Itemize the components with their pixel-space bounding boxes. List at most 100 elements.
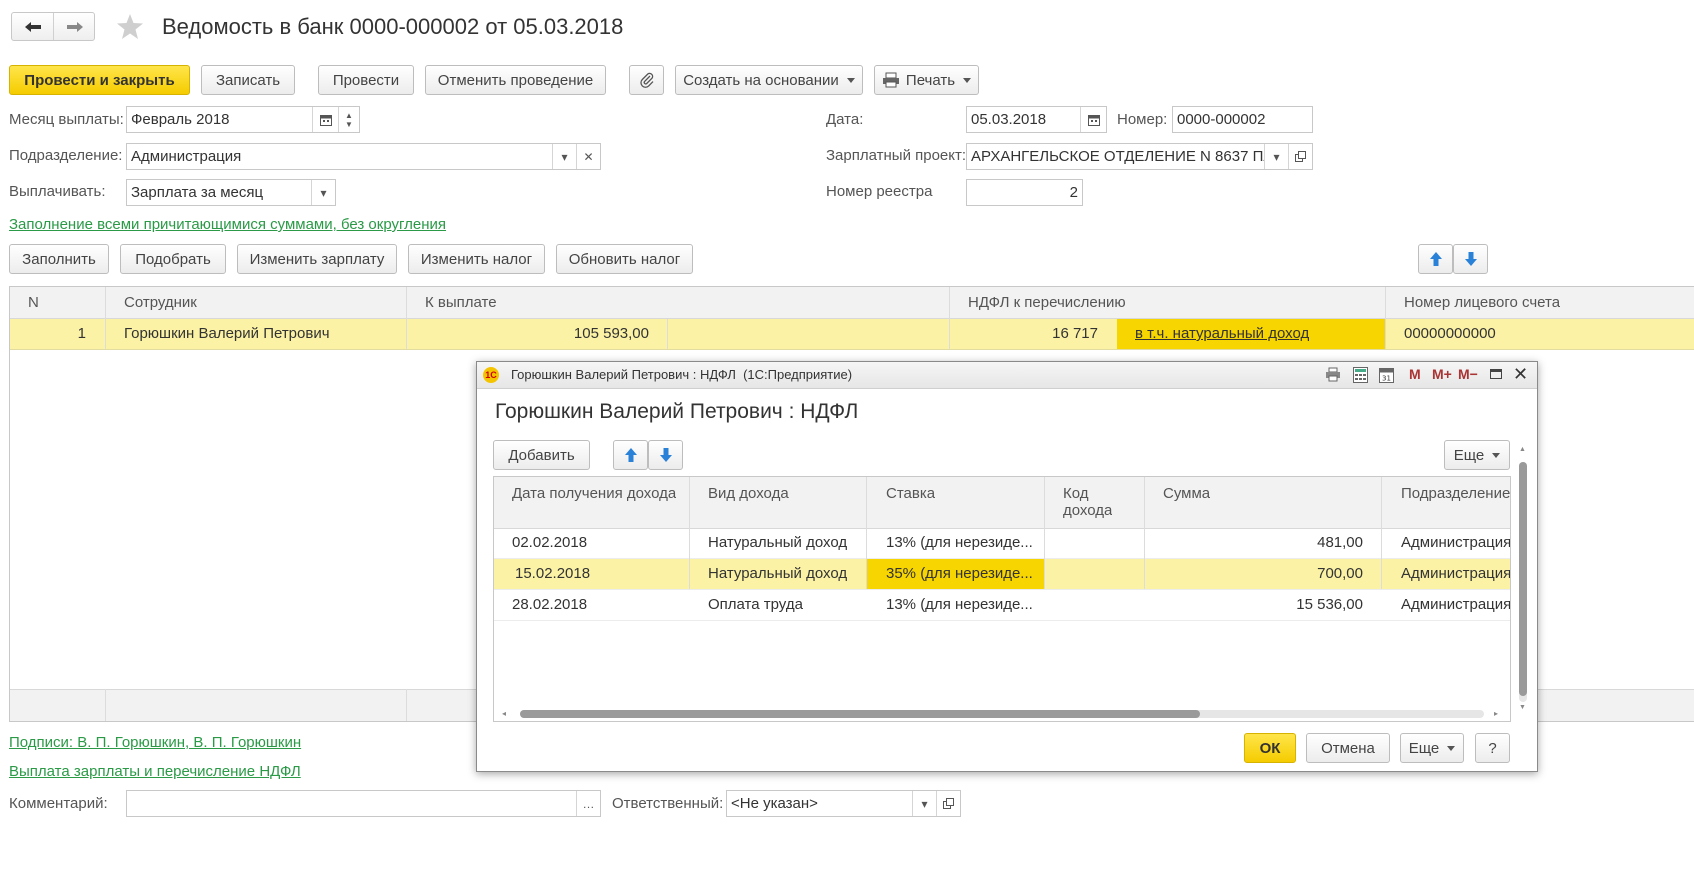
pay-field[interactable]: Зарплата за месяц ▾	[126, 179, 336, 206]
update-tax-button[interactable]: Обновить налог	[556, 244, 693, 274]
chevron-down-icon	[963, 77, 972, 83]
scroll-left-icon[interactable]: ◂	[502, 709, 506, 718]
col-header-rate[interactable]: Ставка	[886, 485, 935, 502]
month-field[interactable]: Февраль 2018 ▲ ▼	[126, 106, 360, 133]
col-header-code-line1[interactable]: Код	[1063, 485, 1089, 502]
create-based-on-button[interactable]: Создать на основании	[675, 65, 863, 95]
print-label: Печать	[905, 71, 956, 89]
cancel-button[interactable]: Отмена	[1306, 733, 1390, 763]
row-dept: Администрация	[1401, 534, 1511, 551]
col-header-employee[interactable]: Сотрудник	[124, 294, 197, 311]
vertical-scroll-thumb[interactable]	[1519, 462, 1527, 696]
col-divider	[1385, 287, 1386, 349]
app-logo-icon: 1С	[483, 367, 499, 383]
more-label: Еще	[1453, 446, 1485, 464]
number-field[interactable]: 0000-000002	[1172, 106, 1313, 133]
help-button[interactable]: ?	[1475, 733, 1510, 763]
col-divider	[949, 287, 950, 349]
pick-button[interactable]: Подобрать	[120, 244, 226, 274]
department-field[interactable]: Администрация ▾ ✕	[126, 143, 601, 170]
spin-up-icon: ▲	[345, 110, 353, 120]
col-header-n[interactable]: N	[28, 294, 39, 311]
move-up-button[interactable]	[1418, 244, 1453, 274]
col-header-account[interactable]: Номер лицевого счета	[1404, 294, 1560, 311]
ok-button[interactable]: ОК	[1244, 733, 1296, 763]
responsible-dropdown-button[interactable]: ▾	[912, 791, 936, 816]
dialog-move-up-button[interactable]	[613, 440, 648, 470]
col-divider	[406, 689, 407, 721]
natural-income-link[interactable]: в т.ч. натуральный доход	[1135, 325, 1309, 342]
close-icon[interactable]: ✕	[1513, 364, 1528, 385]
back-button[interactable]	[12, 13, 54, 40]
vertical-scrollbar[interactable]	[1519, 462, 1527, 702]
number-label: Номер:	[1117, 111, 1168, 128]
department-clear-button[interactable]: ✕	[576, 144, 600, 169]
dialog-footer-more-button[interactable]: Еще	[1400, 733, 1464, 763]
print-icon[interactable]	[1325, 367, 1341, 386]
col-header-type[interactable]: Вид дохода	[708, 485, 789, 502]
maximize-icon[interactable]	[1490, 369, 1502, 379]
calendar-icon[interactable]: 31	[1379, 366, 1394, 387]
col-divider	[105, 689, 106, 721]
scroll-right-icon[interactable]: ▸	[1494, 709, 1498, 718]
add-button[interactable]: Добавить	[493, 440, 590, 470]
row-sum: 481,00	[1317, 534, 1363, 551]
scroll-down-icon[interactable]: ▼	[1519, 704, 1526, 711]
move-down-button[interactable]	[1453, 244, 1488, 274]
date-value: 05.03.2018	[971, 111, 1047, 128]
memory-minus-icon[interactable]: M−	[1458, 366, 1478, 382]
number-value: 0000-000002	[1177, 111, 1266, 128]
memory-plus-icon[interactable]: M+	[1432, 366, 1452, 382]
ndfl-dialog: 1С Горюшкин Валерий Петрович : НДФЛ (1С:…	[476, 361, 1538, 772]
signatures-link[interactable]: Подписи: В. П. Горюшкин, В. П. Горюшкин	[9, 734, 301, 751]
change-tax-button[interactable]: Изменить налог	[408, 244, 545, 274]
pay-dropdown-button[interactable]: ▾	[311, 180, 335, 205]
responsible-field[interactable]: <Не указан> ▾	[726, 790, 961, 817]
create-based-on-label: Создать на основании	[683, 71, 839, 89]
memory-m-icon[interactable]: M	[1409, 366, 1421, 382]
col-divider	[866, 477, 867, 589]
col-header-code-line2[interactable]: дохода	[1063, 502, 1112, 519]
department-dropdown-button[interactable]: ▾	[552, 144, 576, 169]
favorite-star-icon[interactable]	[115, 12, 145, 46]
change-salary-button[interactable]: Изменить зарплату	[237, 244, 397, 274]
save-button[interactable]: Записать	[201, 65, 295, 95]
month-spinner[interactable]: ▲ ▼	[338, 107, 359, 132]
dialog-move-down-button[interactable]	[648, 440, 683, 470]
comment-more-button[interactable]: …	[576, 791, 600, 816]
registry-field[interactable]: 2	[966, 179, 1083, 206]
salary-project-open-button[interactable]	[1288, 144, 1312, 169]
post-button[interactable]: Провести	[318, 65, 414, 95]
col-header-sum[interactable]: Сумма	[1163, 485, 1210, 502]
date-calendar-button[interactable]	[1080, 107, 1106, 132]
payment-link[interactable]: Выплата зарплаты и перечисление НДФЛ	[9, 763, 301, 780]
fill-mode-link[interactable]: Заполнение всеми причитающимися суммами,…	[9, 216, 446, 233]
arrow-up-icon	[624, 448, 637, 462]
col-divider	[406, 287, 407, 349]
dialog-titlebar[interactable]: 1С Горюшкин Валерий Петрович : НДФЛ (1С:…	[477, 362, 1537, 389]
calendar-button[interactable]	[312, 107, 338, 132]
salary-project-field[interactable]: АРХАНГЕЛЬСКОЕ ОТДЕЛЕНИЕ N 8637 ПАО ▾	[966, 143, 1313, 170]
row-type: Натуральный доход	[708, 565, 848, 582]
unpost-button[interactable]: Отменить проведение	[425, 65, 606, 95]
fill-button[interactable]: Заполнить	[9, 244, 109, 274]
horizontal-scrollbar[interactable]	[520, 710, 1484, 718]
col-header-ndfl[interactable]: НДФЛ к перечислению	[968, 294, 1126, 311]
print-button[interactable]: Печать	[874, 65, 979, 95]
calculator-icon[interactable]	[1353, 367, 1368, 387]
salary-project-dropdown-button[interactable]: ▾	[1264, 144, 1288, 169]
scroll-up-icon[interactable]: ▲	[1519, 446, 1526, 453]
row-rate: 13% (для нерезиде...	[886, 534, 1033, 551]
dialog-more-button[interactable]: Еще	[1444, 440, 1510, 470]
comment-field[interactable]: …	[126, 790, 601, 817]
col-header-to-pay[interactable]: К выплате	[425, 294, 497, 311]
row-n: 1	[77, 325, 86, 342]
attach-button[interactable]	[629, 65, 664, 95]
col-header-date[interactable]: Дата получения дохода	[512, 485, 676, 502]
col-header-dept[interactable]: Подразделение	[1401, 485, 1510, 502]
responsible-open-button[interactable]	[936, 791, 960, 816]
forward-button[interactable]	[54, 13, 95, 40]
post-and-close-button[interactable]: Провести и закрыть	[9, 65, 190, 95]
date-field[interactable]: 05.03.2018	[966, 106, 1107, 133]
horizontal-scroll-thumb[interactable]	[520, 710, 1200, 718]
